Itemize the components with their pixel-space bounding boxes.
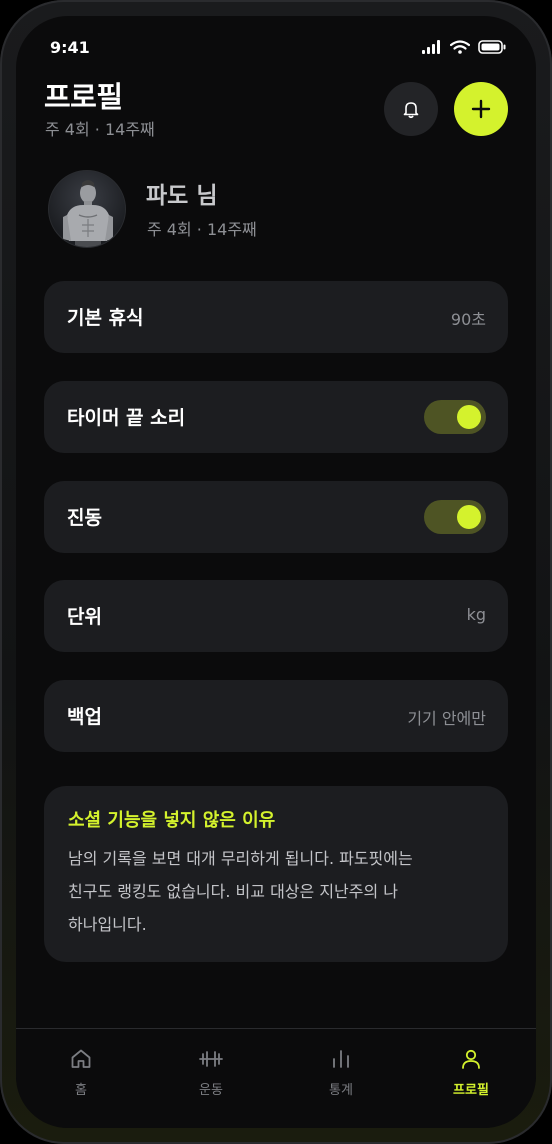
screen: 9:41 프로필 주 4회 · 14주째 파도 님 주 4회 · 14주째 기본…	[16, 16, 536, 1128]
profile-name: 파도 님	[146, 183, 218, 209]
nav-label: 프로필	[453, 1083, 489, 1098]
bottom-nav: 홈 운동 통계 프로필	[16, 1028, 536, 1128]
setting-default-rest[interactable]: 기본 휴식 90초	[44, 281, 508, 353]
nav-item-home[interactable]: 홈	[41, 1045, 121, 1105]
status-icons	[422, 40, 506, 54]
setting-value: kg	[466, 605, 486, 624]
nav-item-profile[interactable]: 프로필	[431, 1045, 511, 1105]
setting-label: 기본 휴식	[67, 307, 144, 329]
avatar[interactable]	[48, 170, 126, 248]
nav-label: 홈	[75, 1083, 87, 1098]
bar-chart-icon	[333, 1050, 349, 1068]
person-icon	[462, 1049, 480, 1069]
setting-backup[interactable]: 백업 기기 안에만	[44, 680, 508, 752]
athlete-photo	[63, 180, 113, 247]
setting-label: 단위	[67, 606, 102, 628]
battery-icon	[478, 40, 506, 54]
nav-item-stats[interactable]: 통계	[301, 1045, 381, 1105]
setting-vibration: 진동	[44, 481, 508, 553]
bell-icon	[403, 102, 419, 119]
home-icon	[71, 1049, 91, 1068]
add-button[interactable]	[454, 82, 508, 136]
info-body: 남의 기록을 보면 대개 무리하게 됩니다. 파도핏에는 친구도 랭킹도 없습니…	[68, 842, 488, 941]
info-line: 하나입니다.	[68, 915, 147, 934]
vibration-toggle[interactable]	[424, 500, 486, 534]
wifi-icon	[450, 40, 470, 54]
nav-label: 통계	[329, 1083, 353, 1098]
info-line: 남의 기록을 보면 대개 무리하게 됩니다. 파도핏에는	[68, 849, 413, 868]
info-card: 소셜 기능을 넣지 않은 이유 남의 기록을 보면 대개 무리하게 됩니다. 파…	[44, 786, 508, 962]
notifications-button[interactable]	[384, 82, 438, 136]
status-bar: 9:41	[16, 16, 536, 76]
timer-sound-toggle[interactable]	[424, 400, 486, 434]
status-time: 9:41	[50, 38, 90, 57]
nav-label: 운동	[199, 1083, 223, 1098]
setting-label: 백업	[67, 706, 102, 728]
setting-timer-sound: 타이머 끝 소리	[44, 381, 508, 453]
nav-item-workout[interactable]: 운동	[171, 1045, 251, 1105]
info-line: 친구도 랭킹도 없습니다. 비교 대상은 지난주의 나	[68, 882, 399, 901]
setting-unit[interactable]: 단위 kg	[44, 580, 508, 652]
signal-icon	[422, 40, 440, 54]
dumbbell-icon	[199, 1051, 223, 1067]
profile-meta: 주 4회 · 14주째	[147, 220, 257, 239]
page-title: 프로필	[44, 80, 123, 114]
toggle-knob	[457, 405, 481, 429]
toggle-knob	[457, 505, 481, 529]
setting-label: 진동	[67, 507, 102, 529]
setting-label: 타이머 끝 소리	[67, 407, 186, 429]
setting-value: 기기 안에만	[407, 709, 486, 728]
info-title: 소셜 기능을 넣지 않은 이유	[68, 810, 276, 831]
page-subtitle: 주 4회 · 14주째	[45, 120, 155, 139]
setting-value: 90초	[450, 310, 486, 329]
plus-icon	[471, 99, 491, 119]
